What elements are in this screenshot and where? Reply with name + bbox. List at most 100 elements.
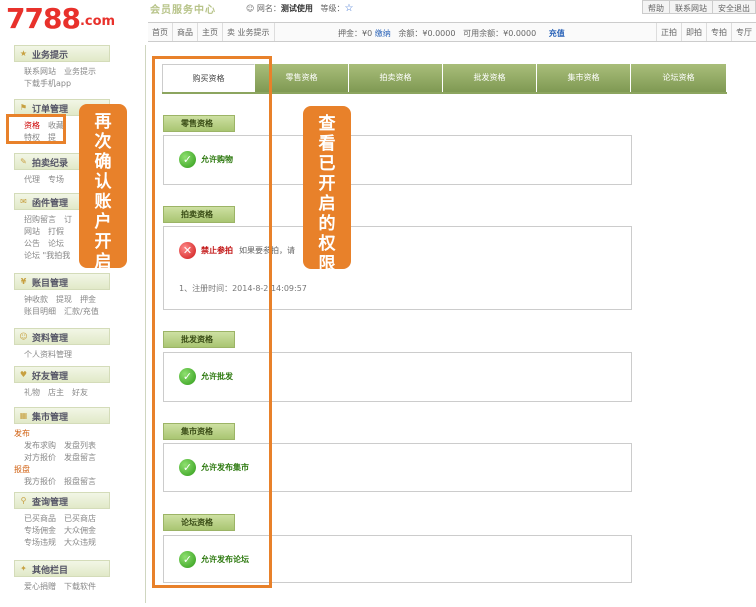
nav-strip: 首页 商品 主页 卖 业务提示 押金：¥0 缴纳 余额：¥0.0000 可用余额… bbox=[148, 22, 756, 42]
sidebar-row: 对方报价 发盘留言 bbox=[24, 452, 110, 464]
username: 测试使用 bbox=[280, 4, 313, 13]
sidebar-link[interactable]: 大众佣金 bbox=[64, 526, 96, 535]
sidebar-section-6[interactable]: ♥ 好友管理 bbox=[14, 366, 110, 383]
sidebar-link[interactable]: 报盘留言 bbox=[64, 477, 96, 486]
sidebar-link[interactable]: 专场 bbox=[48, 175, 64, 184]
nav-right-3[interactable]: 专厅 bbox=[731, 23, 756, 41]
sidebar-link[interactable]: 订 bbox=[64, 215, 72, 224]
sidebar-section-icon: ¥ bbox=[20, 277, 27, 286]
sidebar-link[interactable]: 网站 bbox=[24, 227, 40, 236]
sidebar-link[interactable]: 对方报价 bbox=[24, 453, 56, 462]
annotation-char: 户 bbox=[94, 212, 112, 232]
sidebar-link[interactable]: 专场违规 bbox=[24, 538, 56, 547]
annotation-confirm-account: 再次确认账户开启 bbox=[79, 104, 127, 272]
sidebar-link[interactable]: 钟收款 bbox=[24, 295, 48, 304]
balance: 余额：¥0.0000 bbox=[398, 29, 456, 38]
annotation-char: 次 bbox=[94, 132, 112, 152]
annotation-char: 权 bbox=[318, 234, 336, 254]
sidebar-section-title: 账目管理 bbox=[32, 279, 69, 289]
annotation-char: 认 bbox=[94, 172, 112, 192]
sidebar-section-icon: ▦ bbox=[19, 411, 28, 420]
sidebar-section-8[interactable]: ⚲ 查询管理 bbox=[14, 492, 110, 509]
sidebar-divider bbox=[145, 45, 146, 603]
sidebar-link[interactable]: 论坛 "我拍我 bbox=[24, 251, 70, 260]
sidebar-link[interactable]: 押金 bbox=[80, 295, 96, 304]
user-icon: ☺ bbox=[246, 4, 255, 13]
sidebar-link[interactable]: 已买商品 bbox=[24, 514, 56, 523]
sidebar-section-5[interactable]: ☺ 资料管理 bbox=[14, 328, 110, 345]
sidebar-section-body: 发布 发布求购 发盘列表 对方报价 发盘留言 报盘 我方报价 报盘留言 bbox=[14, 428, 110, 488]
sidebar-section-body: 联系网站 业务提示下载手机app bbox=[14, 66, 110, 90]
annotation-view-permissions: 查看已开启的权限 bbox=[303, 106, 351, 274]
contact-link[interactable]: 联系网站 bbox=[669, 0, 713, 14]
sidebar-link[interactable]: 联系网站 bbox=[24, 67, 56, 76]
sidebar-link[interactable]: 代理 bbox=[24, 175, 40, 184]
sidebar-link[interactable]: 店主 bbox=[48, 388, 64, 397]
sidebar-row: 礼物 店主 好友 bbox=[24, 387, 110, 399]
tab-auction[interactable]: 拍卖资格 bbox=[349, 64, 443, 92]
sidebar-section-icon: ★ bbox=[19, 49, 28, 58]
sidebar-row: 专场佣金 大众佣金 bbox=[24, 525, 110, 537]
sidebar-link[interactable]: 我方报价 bbox=[24, 477, 56, 486]
sidebar-section-icon: ✎ bbox=[20, 157, 27, 166]
logo-suffix: .com bbox=[79, 14, 116, 29]
header-strip: 会员服务中心 ☺ 网名：测试使用 等级：☆ 帮助 联系网站 安全退出 bbox=[146, 0, 756, 16]
sidebar-row: 已买商品 已买商店 bbox=[24, 513, 110, 525]
help-link[interactable]: 帮助 bbox=[642, 0, 670, 14]
sidebar-section-title: 业务提示 bbox=[32, 51, 69, 61]
sidebar-link[interactable]: 发布 bbox=[14, 429, 30, 438]
sidebar-section-icon: ⚑ bbox=[19, 103, 28, 112]
tab-forum[interactable]: 论坛资格 bbox=[631, 64, 727, 92]
sidebar-link[interactable]: 提现 bbox=[56, 295, 72, 304]
sidebar-link[interactable]: 论坛 bbox=[48, 239, 64, 248]
annotation-char: 开 bbox=[94, 232, 112, 252]
level-label: 等级： bbox=[320, 4, 345, 13]
deposit-pay-link[interactable]: 缴纳 bbox=[375, 29, 391, 38]
tab-market[interactable]: 集市资格 bbox=[537, 64, 631, 92]
nav-business-tips[interactable]: 卖 业务提示 bbox=[223, 23, 275, 41]
nav-home[interactable]: 首页 bbox=[148, 23, 173, 41]
sidebar-link[interactable]: 发布求购 bbox=[24, 441, 56, 450]
sidebar-section-4[interactable]: ¥ 账目管理 bbox=[14, 273, 110, 290]
site-logo[interactable]: 7788.com bbox=[6, 4, 136, 40]
sidebar-row: 个人资料管理 bbox=[24, 349, 110, 361]
logout-link[interactable]: 安全退出 bbox=[712, 0, 756, 14]
sidebar-link[interactable]: 爱心捐赠 bbox=[24, 582, 56, 591]
nav-homepage[interactable]: 主页 bbox=[198, 23, 223, 41]
sidebar-section-title: 好友管理 bbox=[32, 372, 69, 382]
nav-right-2[interactable]: 专拍 bbox=[706, 23, 731, 41]
sidebar-section-icon: ♥ bbox=[19, 370, 28, 379]
sidebar-link[interactable]: 发盘留言 bbox=[64, 453, 96, 462]
sidebar-link[interactable]: 业务提示 bbox=[64, 67, 96, 76]
sidebar-link[interactable]: 专场佣金 bbox=[24, 526, 56, 535]
tab-wholesale[interactable]: 批发资格 bbox=[443, 64, 537, 92]
nav-goods[interactable]: 商品 bbox=[173, 23, 198, 41]
sidebar-link[interactable]: 大众违规 bbox=[64, 538, 96, 547]
annotation-char: 的 bbox=[318, 214, 336, 234]
nav-right-1[interactable]: 即拍 bbox=[681, 23, 706, 41]
sidebar-link[interactable]: 下载手机app bbox=[24, 79, 71, 88]
sidebar-link[interactable]: 招购留言 bbox=[24, 215, 56, 224]
sidebar-link[interactable]: 礼物 bbox=[24, 388, 40, 397]
nav-right-0[interactable]: 正拍 bbox=[656, 23, 681, 41]
sidebar-link[interactable]: 公告 bbox=[24, 239, 40, 248]
sidebar-link[interactable]: 下载软件 bbox=[64, 582, 96, 591]
sidebar-link[interactable]: 汇款/充值 bbox=[64, 307, 99, 316]
sidebar-link[interactable]: 打假 bbox=[48, 227, 64, 236]
deposit-label: 押金：¥0 bbox=[338, 29, 373, 38]
sidebar-link[interactable]: 好友 bbox=[72, 388, 88, 397]
annotation-char: 限 bbox=[318, 254, 336, 274]
sidebar-link[interactable]: 报盘 bbox=[14, 465, 30, 474]
sidebar-section-7[interactable]: ▦ 集市管理 bbox=[14, 407, 110, 424]
nav-right: 正拍 即拍 专拍 专厅 bbox=[656, 23, 756, 41]
sidebar-link[interactable]: 发盘列表 bbox=[64, 441, 96, 450]
sidebar-link[interactable]: 个人资料管理 bbox=[24, 350, 72, 359]
recharge-link[interactable]: 充值 bbox=[549, 29, 565, 38]
sidebar-row: 发布求购 发盘列表 bbox=[24, 440, 110, 452]
sidebar-link[interactable]: 已买商店 bbox=[64, 514, 96, 523]
sidebar-section-9[interactable]: ✦ 其他栏目 bbox=[14, 560, 110, 577]
highlight-account-box bbox=[6, 114, 66, 144]
sidebar-section-0[interactable]: ★ 业务提示 bbox=[14, 45, 110, 62]
sidebar-link[interactable]: 账目明细 bbox=[24, 307, 56, 316]
username-label: 网名： bbox=[256, 4, 281, 13]
